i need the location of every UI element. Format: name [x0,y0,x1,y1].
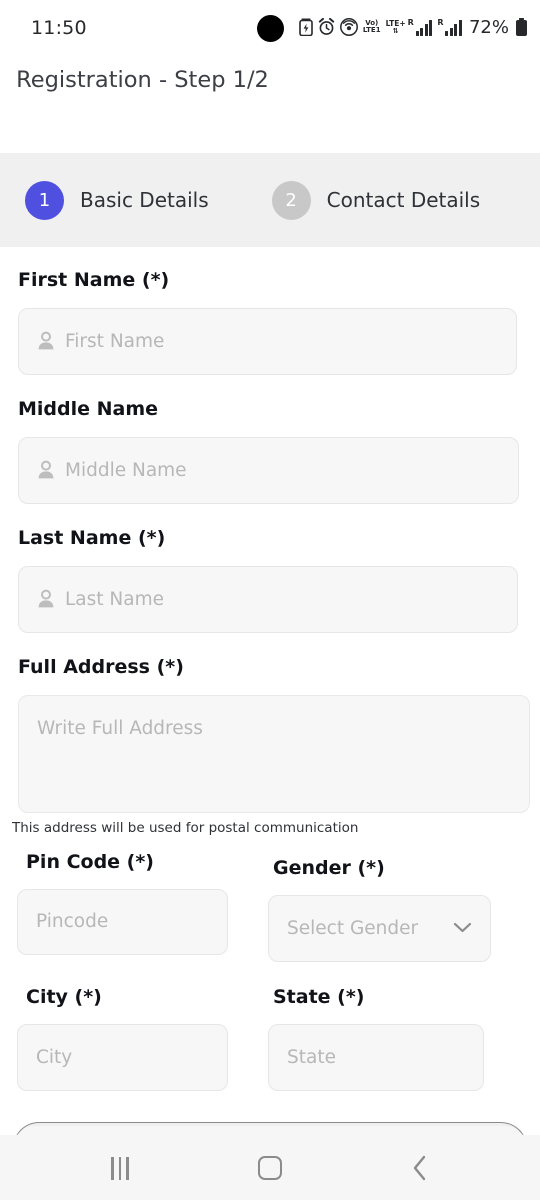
status-time: 11:50 [31,17,87,39]
bars-sim1 [415,19,433,36]
person-icon [35,588,57,610]
gender-placeholder: Select Gender [287,917,419,939]
state-label: State (*) [273,986,365,1008]
full-address-placeholder: Write Full Address [37,717,203,739]
full-address-label: Full Address (*) [18,656,184,678]
pin-code-input[interactable]: Pincode [17,888,228,955]
middle-name-input[interactable]: Middle Name [18,436,519,504]
step-1-circle: 1 [25,180,64,220]
person-icon [35,330,57,352]
step-2-circle: 2 [271,180,311,220]
data-arrows-icon: ⇅ [392,27,399,36]
volte-label-bottom: LTE1 [362,26,381,34]
battery-percent: 72% [468,16,509,38]
field-full-address: Full Address (*) Write Full Address This… [12,656,530,836]
last-name-placeholder: Last Name [65,588,164,610]
pin-code-label: Pin Code (*) [26,851,154,873]
gender-select[interactable]: Select Gender [268,894,491,962]
city-placeholder: City [36,1046,73,1068]
pin-code-placeholder: Pincode [36,911,109,933]
back-icon[interactable] [385,1143,455,1193]
state-placeholder: State [287,1046,336,1068]
stepper: 1 Basic Details 2 Contact Details [0,153,540,247]
alarm-icon [318,18,335,35]
battery-icon [516,17,527,36]
camera-punch-hole-icon [257,15,284,42]
first-name-placeholder: First Name [65,330,165,352]
middle-name-placeholder: Middle Name [65,459,187,481]
bars-sim2 [445,19,462,36]
chevron-down-icon[interactable] [453,919,472,938]
field-gender: Gender (*) Select Gender [268,857,495,962]
full-address-helper-text: This address will be used for postal com… [12,819,359,836]
middle-name-label: Middle Name [18,398,159,420]
field-state: State (*) State [268,986,495,1091]
network-type-label: LTE+ ⇅ [386,20,406,35]
step-2-label: Contact Details [326,188,481,212]
roaming-mark-2: R [437,17,444,27]
field-city: City (*) City [17,986,236,1091]
first-name-label: First Name (*) [18,269,170,291]
stepper-step-contact-details[interactable]: 2 Contact Details [271,180,481,220]
stepper-step-basic-details[interactable]: 1 Basic Details [25,180,209,220]
field-middle-name: Middle Name Middle Name [18,399,522,504]
gender-label: Gender (*) [273,857,385,879]
signal-bars-sim2-icon: R [437,17,462,36]
recents-icon[interactable] [85,1143,155,1193]
city-input[interactable]: City [17,1023,228,1091]
volte-icon: Vo) LTE1 [363,20,381,34]
field-last-name: Last Name (*) Last Name [18,528,522,633]
page-title-wrap: Registration - Step 1/2 [0,66,285,96]
person-icon [35,459,57,481]
field-pin-code: Pin Code (*) Pincode [17,851,236,955]
roaming-mark-1: R [407,17,414,27]
field-first-name: First Name (*) First Name [18,270,522,375]
home-icon[interactable] [235,1143,305,1193]
city-label: City (*) [26,986,102,1008]
last-name-input[interactable]: Last Name [18,565,518,633]
android-nav-bar [0,1135,540,1200]
phone-screen: 11:50 Vo) LTE1 LTE+ ⇅ R R 72% Registrati… [0,0,540,1200]
state-input[interactable]: State [268,1023,484,1091]
status-bar: 11:50 Vo) LTE1 LTE+ ⇅ R R 72% [0,0,540,56]
full-address-textarea[interactable]: Write Full Address [18,694,530,813]
hotspot-icon [339,18,358,36]
step-1-label: Basic Details [80,188,209,212]
page-title: Registration - Step 1/2 [16,67,269,93]
battery-saver-icon [299,18,313,36]
first-name-input[interactable]: First Name [18,307,517,375]
signal-bars-sim1-icon: LTE+ ⇅ R [386,17,433,36]
last-name-label: Last Name (*) [18,527,166,549]
status-icons: Vo) LTE1 LTE+ ⇅ R R 72% [299,14,528,40]
